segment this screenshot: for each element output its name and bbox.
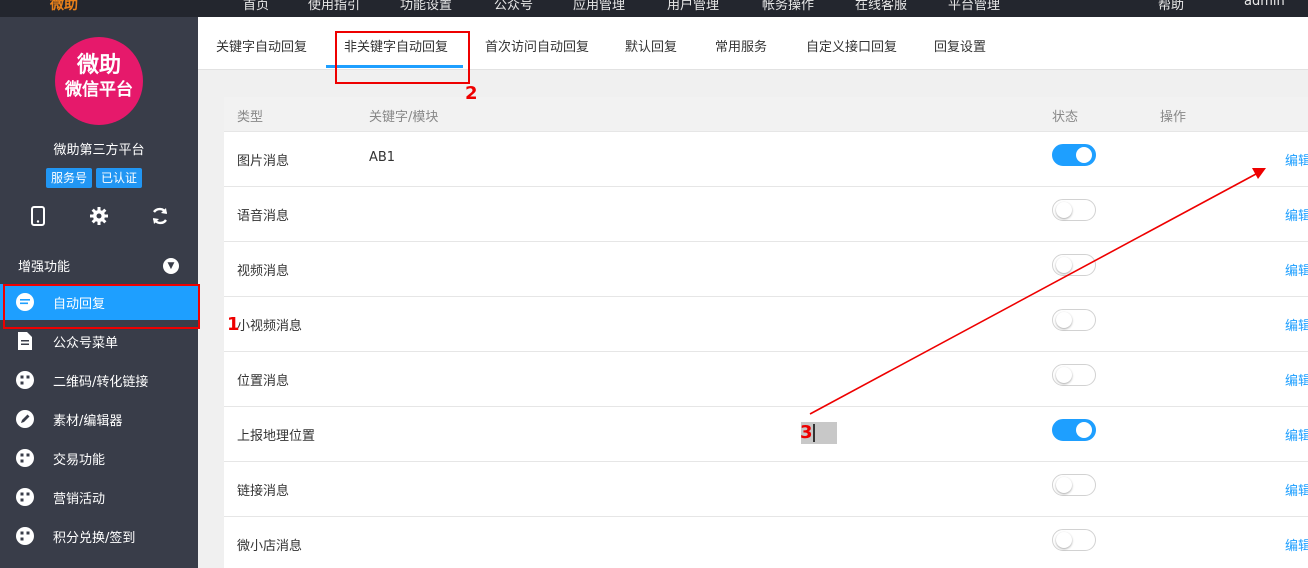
annotation-arrow <box>809 168 1266 415</box>
